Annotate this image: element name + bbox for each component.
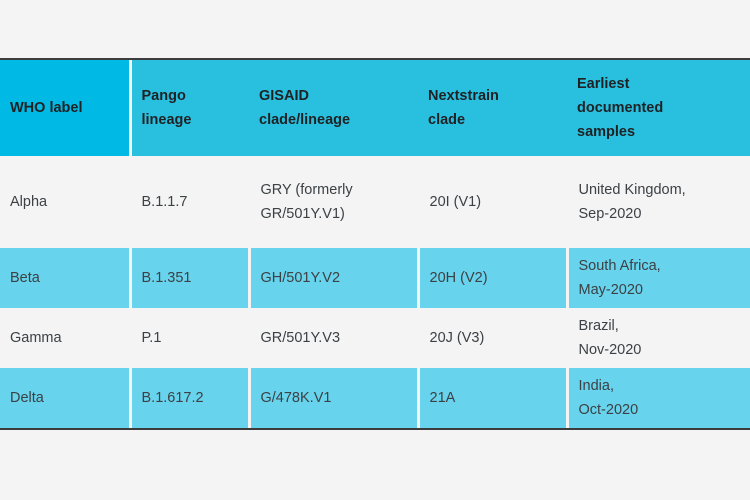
- cell-gisaid-clade: G/478K.V1: [249, 368, 420, 428]
- cell-earliest-samples-line-2: May-2020: [578, 282, 643, 298]
- cell-earliest-samples-line-2: Sep-2020: [578, 206, 642, 222]
- header-row: WHO label Pango lineage GISAID clade/lin…: [0, 60, 750, 156]
- cell-gisaid-clade-line-1: GRY (formerly: [260, 182, 353, 198]
- cell-nextstrain-clade: 20I (V1): [418, 156, 569, 248]
- cell-gisaid-clade-line-2: GR/501Y.V1): [260, 206, 345, 222]
- column-header-nextstrain-clade: Nextstrain clade: [418, 60, 567, 156]
- column-header-who-label-line-1: WHO label: [10, 100, 83, 116]
- column-header-nextstrain-clade-line-1: Nextstrain: [428, 88, 499, 104]
- table-row: Gamma P.1 GR/501Y.V3 20J (V3) Brazil, No…: [0, 308, 750, 368]
- cell-pango-lineage: P.1: [130, 308, 251, 368]
- table-header: WHO label Pango lineage GISAID clade/lin…: [0, 60, 750, 156]
- column-header-gisaid-clade-line-1: GISAID: [259, 88, 309, 104]
- column-header-earliest-samples-line-3: samples: [577, 124, 636, 140]
- column-header-earliest-samples: Earliest documented samples: [567, 60, 750, 156]
- column-header-pango-lineage-line-2: lineage: [141, 112, 192, 128]
- variants-table: WHO label Pango lineage GISAID clade/lin…: [0, 60, 750, 428]
- page-root: WHO label Pango lineage GISAID clade/lin…: [0, 0, 750, 500]
- cell-who-label: Alpha: [0, 156, 132, 248]
- column-header-pango-lineage-line-1: Pango: [141, 88, 186, 104]
- table-row: Delta B.1.617.2 G/478K.V1 21A India, Oct…: [0, 368, 750, 428]
- cell-pango-lineage: B.1.617.2: [130, 368, 251, 428]
- cell-gisaid-clade: GH/501Y.V2: [249, 248, 420, 308]
- cell-earliest-samples: South Africa, May-2020: [567, 248, 750, 308]
- column-header-who-label: WHO label: [0, 60, 132, 156]
- cell-nextstrain-clade: 20J (V3): [418, 308, 569, 368]
- cell-earliest-samples-line-1: Brazil,: [578, 318, 619, 334]
- cell-who-label: Gamma: [0, 308, 132, 368]
- cell-pango-lineage: B.1.351: [130, 248, 251, 308]
- cell-who-label: Delta: [0, 368, 132, 428]
- column-header-gisaid-clade: GISAID clade/lineage: [249, 60, 418, 156]
- cell-earliest-samples-line-1: United Kingdom,: [578, 182, 686, 198]
- cell-earliest-samples-line-1: India,: [578, 378, 614, 394]
- cell-earliest-samples: United Kingdom, Sep-2020: [567, 156, 750, 248]
- cell-gisaid-clade: GR/501Y.V3: [249, 308, 420, 368]
- column-header-pango-lineage: Pango lineage: [130, 60, 249, 156]
- cell-earliest-samples-line-1: South Africa,: [578, 258, 661, 274]
- table-row: Beta B.1.351 GH/501Y.V2 20H (V2) South A…: [0, 248, 750, 308]
- variants-table-container: WHO label Pango lineage GISAID clade/lin…: [0, 58, 750, 430]
- cell-who-label: Beta: [0, 248, 132, 308]
- column-header-nextstrain-clade-line-2: clade: [428, 112, 466, 128]
- column-header-earliest-samples-line-1: Earliest: [577, 76, 630, 92]
- cell-pango-lineage: B.1.1.7: [130, 156, 251, 248]
- cell-gisaid-clade: GRY (formerly GR/501Y.V1): [249, 156, 420, 248]
- cell-earliest-samples: India, Oct-2020: [567, 368, 750, 428]
- cell-nextstrain-clade: 21A: [418, 368, 569, 428]
- column-header-earliest-samples-line-2: documented: [577, 100, 664, 116]
- cell-earliest-samples: Brazil, Nov-2020: [567, 308, 750, 368]
- cell-nextstrain-clade: 20H (V2): [418, 248, 569, 308]
- table-body: Alpha B.1.1.7 GRY (formerly GR/501Y.V1) …: [0, 156, 750, 428]
- cell-earliest-samples-line-2: Nov-2020: [578, 342, 642, 358]
- column-header-gisaid-clade-line-2: clade/lineage: [259, 112, 351, 128]
- cell-earliest-samples-line-2: Oct-2020: [578, 402, 639, 418]
- table-row: Alpha B.1.1.7 GRY (formerly GR/501Y.V1) …: [0, 156, 750, 248]
